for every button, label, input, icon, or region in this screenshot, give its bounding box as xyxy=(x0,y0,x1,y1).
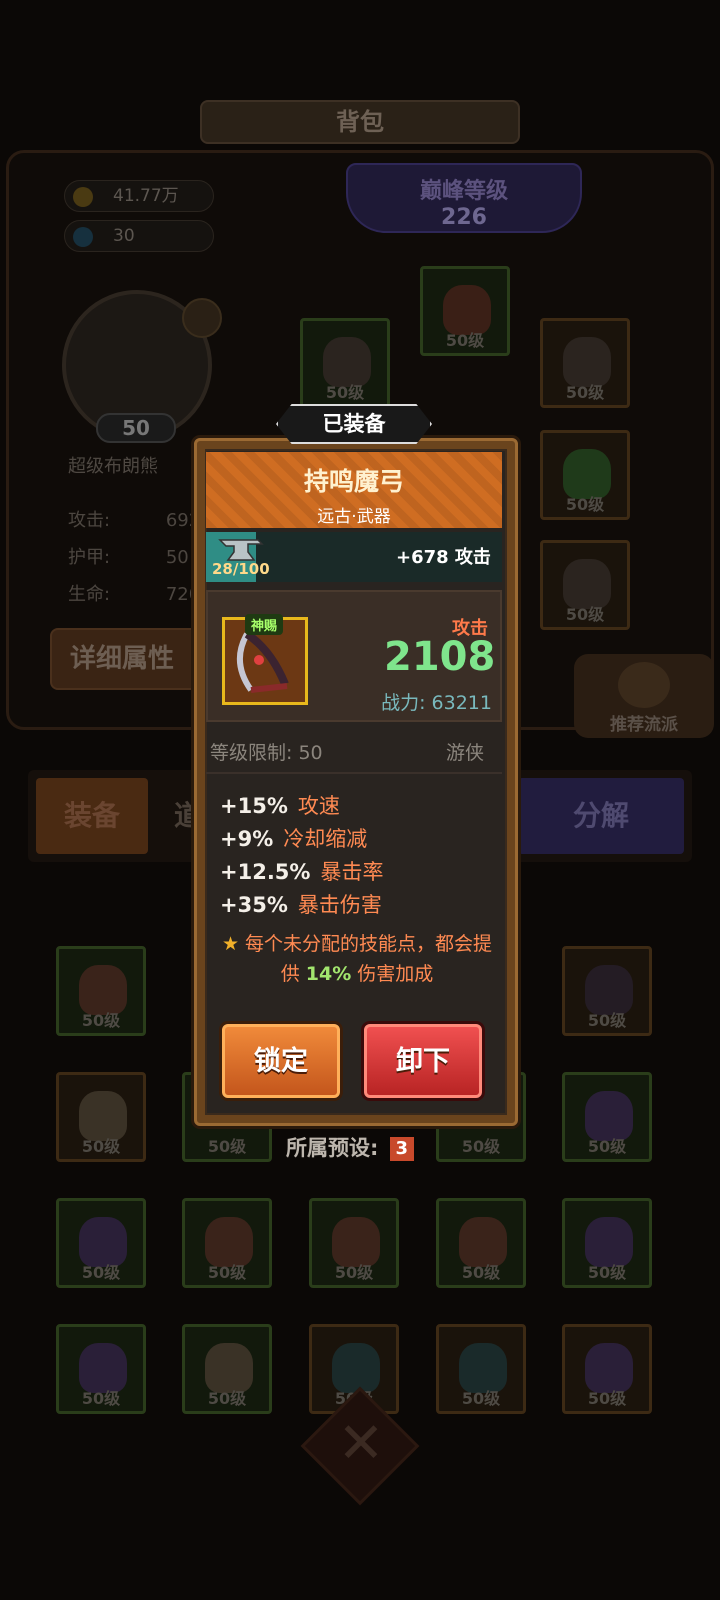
level-requirement-label: 等级限制: xyxy=(210,742,293,764)
item-icon: 神赐 xyxy=(222,614,308,705)
attribute-name: 暴击率 xyxy=(320,860,384,884)
inventory-slot[interactable]: 50级 xyxy=(182,1324,272,1414)
inventory-slot[interactable]: 50级 xyxy=(562,946,652,1036)
attribute-line: +15% 攻速 xyxy=(220,790,340,820)
item-name-header: 持鸣魔弓 远古·武器 xyxy=(206,452,502,528)
inventory-slot[interactable]: 50级 xyxy=(309,1198,399,1288)
divider xyxy=(206,772,502,774)
preset-label: 所属预设: xyxy=(286,1136,379,1160)
inventory-slot[interactable]: 50级 xyxy=(562,1072,652,1162)
equip-slot-ring[interactable]: 50级 xyxy=(540,430,630,520)
combat-power: 战力: 63211 xyxy=(364,688,492,715)
item-name: 持鸣魔弓 xyxy=(303,467,404,496)
player-level-badge: 50 xyxy=(96,413,176,443)
recommend-build-button[interactable]: 推荐流派 xyxy=(574,654,714,738)
combat-power-label: 战力: xyxy=(381,692,426,714)
attribute-line: +12.5% 暴击率 xyxy=(220,856,383,886)
inventory-slot[interactable]: 50级 xyxy=(56,1072,146,1162)
equip-slot-necklace[interactable]: 50级 xyxy=(540,318,630,408)
item-type: 远古·武器 xyxy=(317,507,391,527)
inventory-slot[interactable]: 50级 xyxy=(436,1324,526,1414)
skill-note-suffix: 伤害加成 xyxy=(357,963,434,985)
item-class: 游侠 xyxy=(446,742,485,764)
gold-coin-icon xyxy=(73,187,93,207)
equip-slot-head[interactable]: 50级 xyxy=(420,266,510,356)
gem-value: 30 xyxy=(113,226,135,246)
attribute-name: 冷却缩减 xyxy=(283,827,368,851)
tab-decompose[interactable]: 分解 xyxy=(518,778,684,854)
stat-armor-value: 50 xyxy=(165,547,189,568)
attribute-name: 攻速 xyxy=(297,794,340,818)
attribute-value: +35% xyxy=(220,893,288,917)
stat-armor-label: 护甲: xyxy=(68,547,111,568)
gem-icon xyxy=(73,227,93,247)
forge-bonus: +678 攻击 xyxy=(396,547,491,568)
stat-attack: 攻击: 692 xyxy=(68,506,200,532)
star-icon: ★ xyxy=(221,933,239,955)
gem-counter: 30 xyxy=(64,220,214,252)
level-requirement: 等级限制: 50 xyxy=(210,738,323,765)
inventory-slot[interactable]: 50级 xyxy=(182,1198,272,1288)
level-requirement-value: 50 xyxy=(298,742,323,764)
attribute-line: +35% 暴击伤害 xyxy=(220,889,382,919)
stat-armor: 护甲: 50 xyxy=(68,543,189,569)
inventory-slot[interactable]: 50级 xyxy=(56,1198,146,1288)
stat-health-label: 生命: xyxy=(68,584,111,605)
preset-number[interactable]: 3 xyxy=(389,1137,414,1161)
forge-progress-text: 28/100 xyxy=(212,560,270,578)
refresh-icon[interactable] xyxy=(182,298,222,338)
combat-power-value: 63211 xyxy=(431,692,492,714)
gold-counter: 41.77万 xyxy=(64,180,214,212)
inventory-slot[interactable]: 50级 xyxy=(562,1324,652,1414)
backpack-title: 背包 xyxy=(200,100,520,144)
stat-attack-label: 攻击: xyxy=(68,510,111,531)
unequip-button[interactable]: 卸下 xyxy=(364,1024,482,1098)
peak-level-value: 226 xyxy=(441,205,487,230)
inventory-slot[interactable]: 50级 xyxy=(562,1198,652,1288)
thumbs-up-icon xyxy=(618,662,670,708)
inventory-slot[interactable]: 50级 xyxy=(56,946,146,1036)
attribute-value: +15% xyxy=(220,794,288,818)
skill-note-percent: 14% xyxy=(305,963,352,985)
stat-health: 生命: 720 xyxy=(68,580,200,606)
peak-level-panel: 巅峰等级 226 xyxy=(346,163,582,233)
detail-attributes-button[interactable]: 详细属性 xyxy=(50,628,210,690)
attribute-name: 暴击伤害 xyxy=(297,893,382,917)
attack-value: 2108 xyxy=(384,634,496,680)
attribute-value: +12.5% xyxy=(220,860,311,884)
skill-bonus-note: ★ 每个未分配的技能点，都会提供 14% 伤害加成 xyxy=(214,929,500,989)
inventory-slot[interactable]: 50级 xyxy=(56,1324,146,1414)
attribute-value: +9% xyxy=(220,827,274,851)
divine-badge: 神赐 xyxy=(245,614,284,635)
tab-equipment[interactable]: 装备 xyxy=(36,778,148,854)
lock-button[interactable]: 锁定 xyxy=(222,1024,340,1098)
recommend-build-label: 推荐流派 xyxy=(610,715,678,735)
player-name: 超级布朗熊 xyxy=(68,456,158,477)
gold-value: 41.77万 xyxy=(113,186,179,206)
close-icon: ✕ xyxy=(337,1411,385,1476)
equip-slot-glove[interactable]: 50级 xyxy=(540,540,630,630)
attribute-line: +9% 冷却缩减 xyxy=(220,823,367,853)
inventory-slot[interactable]: 50级 xyxy=(436,1198,526,1288)
preset-info: 所属预设: 3 xyxy=(286,1132,414,1162)
equipped-tag: 已装备 xyxy=(276,404,432,444)
equip-slot-shoulder[interactable]: 50级 xyxy=(300,318,390,408)
peak-level-label: 巅峰等级 xyxy=(419,179,508,204)
